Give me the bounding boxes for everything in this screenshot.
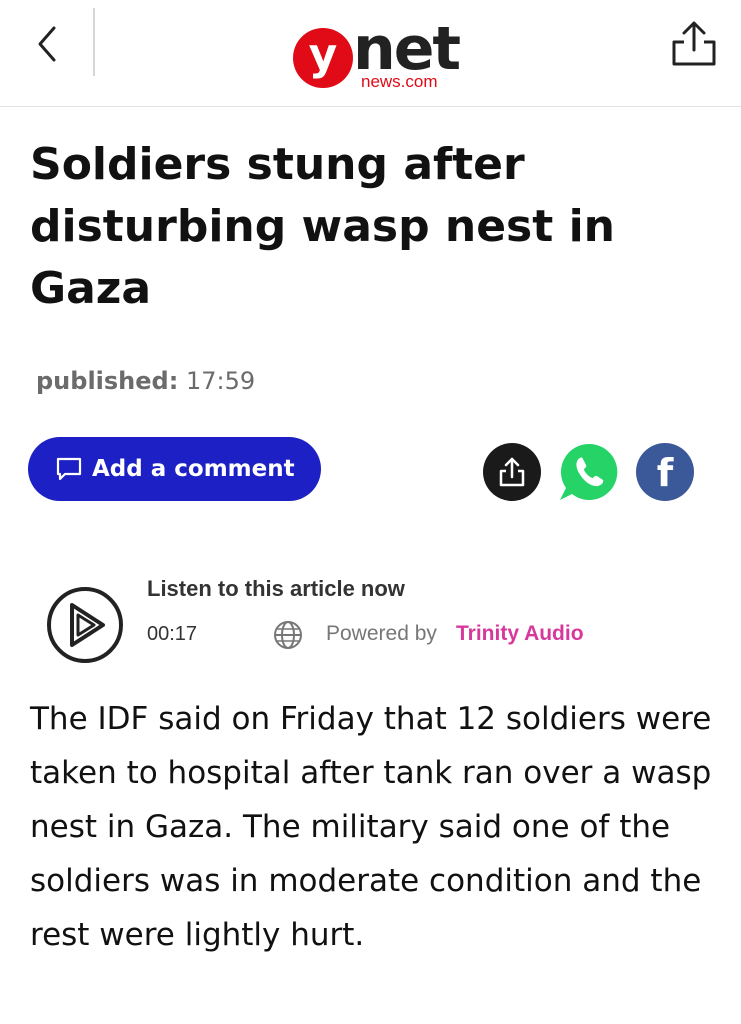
back-button[interactable] (28, 22, 68, 66)
audio-time: 00:17 (147, 623, 198, 645)
audio-play-button[interactable] (45, 585, 125, 665)
comment-icon (56, 457, 82, 481)
facebook-button[interactable]: f (636, 443, 694, 501)
published-time: 17:59 (185, 367, 256, 395)
article-title: Soldiers stung after disturbing wasp nes… (30, 139, 615, 314)
share-button[interactable] (668, 18, 720, 70)
published-info: published: 17:59 (36, 367, 255, 395)
share-circle-button[interactable] (483, 443, 541, 501)
globe-icon (272, 619, 304, 651)
whatsapp-button[interactable] (558, 440, 618, 500)
play-icon (47, 587, 123, 663)
audio-title: Listen to this article now (147, 576, 405, 601)
article-body: The IDF said on Friday that 12 soldiers … (30, 701, 712, 953)
powered-by-label: Powered by (326, 622, 437, 645)
add-comment-button[interactable]: Add a comment (28, 437, 321, 501)
published-label: published: (36, 367, 179, 395)
logo-circle: y (293, 28, 353, 88)
share-upload-icon (672, 21, 716, 66)
facebook-letter: f (657, 451, 674, 495)
logo-subtitle: news.com (361, 72, 438, 91)
trinity-audio-link[interactable]: Trinity Audio (456, 622, 584, 646)
header-divider (93, 8, 95, 76)
facebook-icon: f (657, 451, 674, 495)
top-bar: y net news.com (0, 0, 741, 107)
share-icon (499, 457, 525, 487)
whatsapp-icon (560, 443, 618, 500)
add-comment-label: Add a comment (92, 456, 295, 482)
ynet-logo[interactable]: y net news.com (293, 14, 463, 92)
chevron-left-icon (38, 26, 56, 62)
